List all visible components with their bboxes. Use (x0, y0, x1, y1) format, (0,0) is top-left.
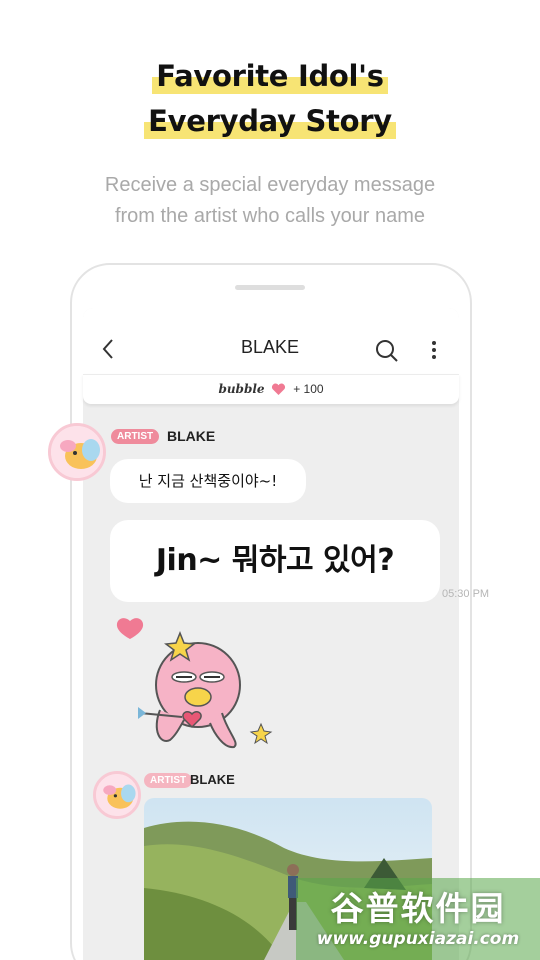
phone-speaker (235, 285, 305, 290)
watermark-title: 谷普软件园 (330, 889, 506, 928)
search-icon[interactable] (374, 338, 400, 364)
sender-name: BLAKE (167, 428, 216, 444)
subtitle-line-2: from the artist who calls your name (114, 205, 426, 227)
sender-name-2: BLAKE (190, 772, 235, 787)
octopus-sticker-icon[interactable] (110, 615, 280, 755)
message-bubble-large[interactable]: Jin~ 뭐하고 있어? (110, 520, 440, 602)
chat-title: BLAKE (240, 337, 300, 357)
avatar-character-icon (51, 426, 103, 478)
artist-badge: ARTIST (111, 429, 160, 444)
message-bubble[interactable]: 난 지금 산책중이야~! (110, 459, 306, 503)
headline-text-2: Everyday Story (144, 101, 396, 141)
chevron-left-icon[interactable] (100, 337, 116, 361)
message-timestamp: 05:30 PM (442, 588, 490, 600)
artist-avatar[interactable] (48, 423, 106, 481)
bubble-logo: bubble (218, 382, 265, 396)
headline: Favorite Idol's Everyday Story (0, 0, 540, 140)
headline-text-1: Favorite Idol's (152, 56, 389, 96)
more-vertical-icon[interactable] (425, 338, 443, 362)
avatar-character-icon-2 (96, 774, 138, 816)
headline-line-2: Everyday Story (0, 101, 540, 141)
watermark-url: www.gupuxiazai.com (316, 929, 520, 949)
artist-badge-2: ARTIST (144, 773, 193, 788)
artist-avatar-2[interactable] (93, 771, 141, 819)
bubble-points-strip[interactable]: bubble + 100 (83, 374, 459, 404)
heart-icon (272, 383, 286, 395)
headline-line-1: Favorite Idol's (0, 56, 540, 96)
subtitle-line-1: Receive a special everyday message (104, 174, 436, 196)
bubble-count: + 100 (293, 382, 324, 396)
